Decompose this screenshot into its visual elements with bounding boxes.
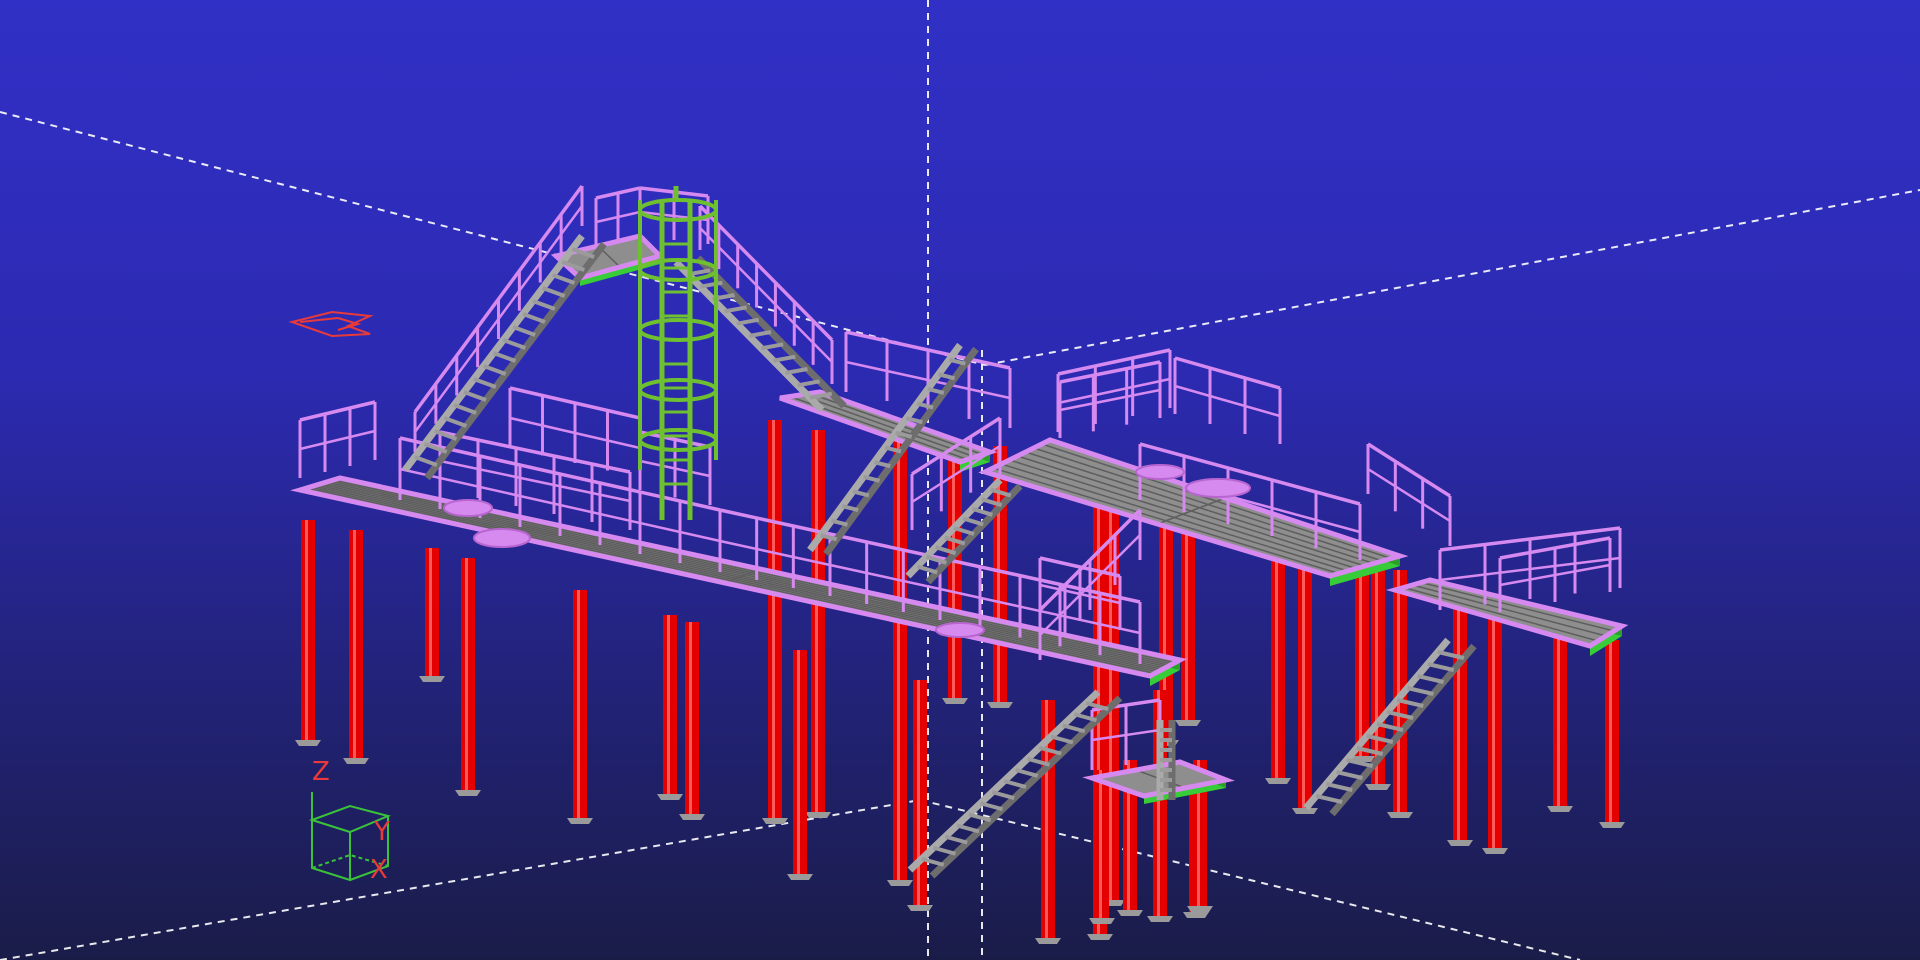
- column-base-plate: [1117, 910, 1143, 916]
- floor-hatch-3: [1135, 464, 1185, 480]
- column-base-plate: [787, 874, 813, 880]
- column-base-plate: [805, 812, 831, 818]
- axis-x-label: X: [370, 855, 388, 885]
- floor-hatch-4: [1185, 478, 1251, 498]
- floor-hatch-1: [443, 499, 493, 517]
- column-base-plate: [1599, 822, 1625, 828]
- column-highlight: [1109, 500, 1112, 900]
- column-highlight: [1185, 520, 1188, 720]
- column-highlight: [1609, 640, 1612, 822]
- column-base-plate: [942, 698, 968, 704]
- column-base-plate: [1447, 840, 1473, 846]
- column-base-plate: [987, 702, 1013, 708]
- axis-z-label: Z: [312, 757, 330, 787]
- column-base-plate: [887, 880, 913, 886]
- column-base-plate: [762, 818, 788, 824]
- column-highlight: [667, 615, 670, 794]
- column-base-plate: [1292, 808, 1318, 814]
- column-highlight: [305, 520, 308, 740]
- column-highlight: [689, 622, 692, 814]
- column-base-plate: [1175, 720, 1201, 726]
- column-base-plate: [1265, 778, 1291, 784]
- column-highlight: [465, 558, 468, 790]
- column-highlight: [1397, 570, 1400, 812]
- column-base-plate: [679, 814, 705, 820]
- column-base-plate: [1183, 912, 1209, 918]
- column-base-plate: [1087, 934, 1113, 940]
- floor-hatch-5: [935, 622, 985, 638]
- column-highlight: [1275, 560, 1278, 778]
- column-highlight: [1359, 568, 1362, 756]
- column-base-plate: [657, 794, 683, 800]
- column-highlight: [1099, 770, 1102, 918]
- model-view-svg: Z Y X: [0, 0, 1920, 960]
- column-highlight: [952, 440, 955, 698]
- column-highlight: [577, 590, 580, 818]
- column-base-plate: [1147, 916, 1173, 922]
- lower-ladder: [1156, 720, 1176, 800]
- column-base-plate: [1365, 784, 1391, 790]
- column-highlight: [1557, 630, 1560, 806]
- column-base-plate: [455, 790, 481, 796]
- column-base-plate: [1089, 918, 1115, 924]
- column-base-plate: [1187, 906, 1213, 912]
- column-highlight: [797, 650, 800, 874]
- column-base-plate: [1547, 806, 1573, 812]
- axis-y-label: Y: [373, 817, 390, 847]
- column-base-plate: [567, 818, 593, 824]
- column-highlight: [1302, 565, 1305, 808]
- column-base-plate: [907, 905, 933, 911]
- column-base-plate: [1035, 938, 1061, 944]
- column-highlight: [815, 430, 818, 812]
- column-highlight: [917, 680, 920, 905]
- 3d-model-viewport[interactable]: Z Y X: [0, 0, 1920, 960]
- column-highlight: [1492, 610, 1495, 848]
- floor-hatch-2: [473, 528, 531, 548]
- column-base-plate: [1482, 848, 1508, 854]
- column-highlight: [429, 548, 432, 676]
- column-base-plate: [295, 740, 321, 746]
- column-highlight: [772, 420, 775, 818]
- column-base-plate: [1387, 812, 1413, 818]
- column-base-plate: [343, 758, 369, 764]
- column-base-plate: [419, 676, 445, 682]
- column-highlight: [897, 440, 900, 880]
- column-highlight: [353, 530, 356, 758]
- column-highlight: [1457, 600, 1460, 840]
